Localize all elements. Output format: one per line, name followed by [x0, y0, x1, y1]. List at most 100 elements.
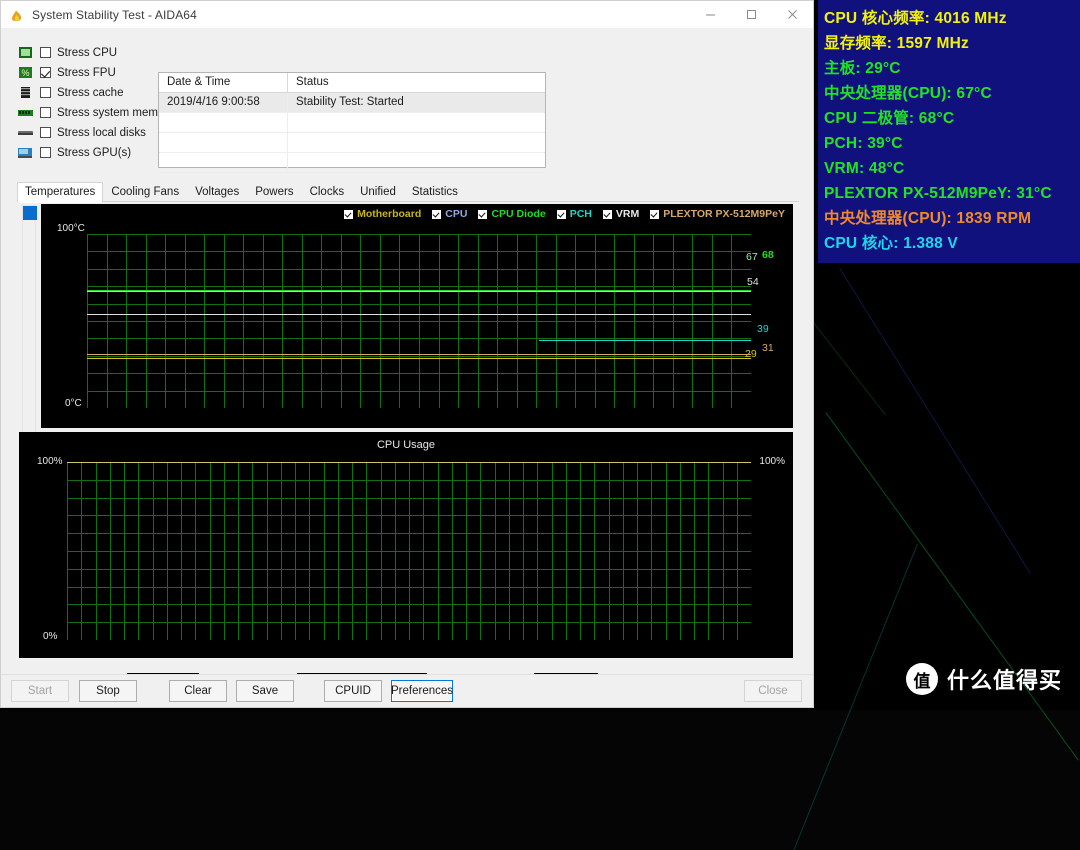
- osd-line-pch-temp: PCH: 39°C: [824, 135, 903, 152]
- save-button[interactable]: Save: [236, 680, 294, 702]
- log-column-header-status[interactable]: Status: [288, 73, 545, 92]
- grid-line-horizontal: [67, 569, 751, 570]
- stress-cache-checkbox[interactable]: [40, 87, 51, 98]
- window-controls: [690, 1, 813, 28]
- log-cell-datetime: [159, 133, 288, 152]
- close-button[interactable]: [772, 1, 813, 28]
- stress-fpu-checkbox[interactable]: [40, 67, 51, 78]
- cpu-axis-bottom-label: 0%: [43, 631, 58, 642]
- legend-label: PLEXTOR PX-512M9PeY: [663, 208, 785, 220]
- stress-gpu-checkbox[interactable]: [40, 147, 51, 158]
- wallpaper-line: [825, 412, 1079, 761]
- start-button[interactable]: Start: [11, 680, 69, 702]
- stress-disks-checkbox[interactable]: [40, 127, 51, 138]
- stop-button[interactable]: Stop: [79, 680, 137, 702]
- temperatures-graph: Motherboard CPU CPU Diode PCH VRM PLEXTO…: [41, 204, 793, 428]
- log-table-header: Date & Time Status: [159, 73, 545, 93]
- cache-icon: [21, 87, 30, 98]
- button-bar: Start Stop Clear Save CPUID Preferences …: [1, 674, 813, 707]
- maximize-button[interactable]: [731, 1, 772, 28]
- table-row[interactable]: [159, 133, 545, 153]
- series-line-cpu: [87, 291, 751, 292]
- osd-line-vrm-temp: VRM: 48°C: [824, 160, 905, 177]
- tab-clocks[interactable]: Clocks: [302, 182, 353, 203]
- table-row[interactable]: [159, 113, 545, 133]
- memory-module-icon: [18, 110, 33, 116]
- temp-value-motherboard: 29: [745, 348, 757, 360]
- stress-option-label: Stress FPU: [57, 66, 116, 79]
- grid-line-horizontal: [67, 515, 751, 516]
- cpu-usage-graph-title: CPU Usage: [376, 439, 436, 451]
- legend-checkbox[interactable]: [650, 209, 660, 219]
- legend-checkbox[interactable]: [432, 209, 442, 219]
- graph-scrollbar-thumb[interactable]: [23, 206, 37, 220]
- grid-line-horizontal: [87, 304, 751, 305]
- grid-line-horizontal: [87, 356, 751, 357]
- stress-option-gpu[interactable]: Stress GPU(s): [18, 144, 178, 161]
- osd-line-cpu-vcore: CPU 核心: 1.388 V: [824, 235, 958, 252]
- stress-option-disks[interactable]: Stress local disks: [18, 124, 178, 141]
- tab-statistics[interactable]: Statistics: [404, 182, 466, 203]
- osd-line-cpu-diode-temp: CPU 二极管: 68°C: [824, 110, 955, 127]
- close-dialog-button[interactable]: Close: [744, 680, 802, 702]
- stress-option-fpu[interactable]: % Stress FPU: [18, 64, 178, 81]
- series-line-cpu-usage: [67, 462, 751, 463]
- tab-cooling-fans[interactable]: Cooling Fans: [103, 182, 187, 203]
- log-table[interactable]: Date & Time Status 2019/4/16 9:00:58 Sta…: [158, 72, 546, 173]
- watermark-text: 什么值得买: [947, 668, 1063, 693]
- log-cell-datetime: [159, 113, 288, 132]
- graph-scrollbar[interactable]: [22, 205, 37, 435]
- legend-checkbox[interactable]: [478, 209, 488, 219]
- tab-temperatures[interactable]: Temperatures: [17, 182, 104, 203]
- legend-item-cpu[interactable]: CPU: [432, 208, 467, 220]
- clear-button[interactable]: Clear: [169, 680, 227, 702]
- stress-option-label: Stress local disks: [57, 126, 146, 139]
- legend-label: CPU Diode: [491, 208, 546, 220]
- stress-option-cache[interactable]: Stress cache: [18, 84, 178, 101]
- temp-value-plextor: 31: [762, 342, 774, 354]
- cpu-usage-graph: CPU Usage 100% 100% 0%: [19, 432, 793, 658]
- tab-unified[interactable]: Unified: [352, 182, 404, 203]
- tab-voltages[interactable]: Voltages: [187, 182, 247, 203]
- flame-icon: [9, 7, 25, 23]
- watermark-badge-icon: 值: [906, 663, 938, 695]
- log-cell-status: [288, 113, 545, 132]
- osd-line-ssd-temp: PLEXTOR PX-512M9PeY: 31°C: [824, 185, 1052, 202]
- log-cell-datetime: 2019/4/16 9:00:58: [159, 93, 288, 112]
- stress-option-label: Stress CPU: [57, 46, 118, 59]
- window-titlebar[interactable]: System Stability Test - AIDA64: [1, 1, 813, 28]
- grid-line-horizontal: [67, 480, 751, 481]
- minimize-button[interactable]: [690, 1, 731, 28]
- stress-cpu-checkbox[interactable]: [40, 47, 51, 58]
- osd-line-cpu-clock: CPU 核心频率: 4016 MHz: [824, 10, 1007, 27]
- log-cell-datetime: [159, 153, 288, 172]
- watermark: 值 什么值得买: [906, 663, 1062, 695]
- fpu-percent-icon: %: [19, 67, 32, 78]
- legend-item-pch[interactable]: PCH: [556, 208, 592, 220]
- grid-line-horizontal: [87, 286, 751, 287]
- legend-item-motherboard[interactable]: Motherboard: [344, 208, 421, 220]
- legend-item-plextor[interactable]: PLEXTOR PX-512M9PeY: [650, 208, 785, 220]
- temperatures-plot-area: [87, 234, 751, 408]
- grid-line-horizontal: [67, 622, 751, 623]
- stress-option-cpu[interactable]: Stress CPU: [18, 44, 178, 61]
- grid-line-horizontal: [87, 391, 751, 392]
- stress-memory-checkbox[interactable]: [40, 107, 51, 118]
- stress-option-memory[interactable]: Stress system memory: [18, 104, 178, 121]
- legend-item-vrm[interactable]: VRM: [602, 208, 639, 220]
- log-column-header-datetime[interactable]: Date & Time: [159, 73, 288, 92]
- legend-item-cpu-diode[interactable]: CPU Diode: [478, 208, 546, 220]
- temp-value-vrm: 54: [747, 276, 759, 288]
- legend-checkbox[interactable]: [602, 209, 612, 219]
- cpuid-button[interactable]: CPUID: [324, 680, 382, 702]
- tab-powers[interactable]: Powers: [247, 182, 301, 203]
- legend-checkbox[interactable]: [344, 209, 354, 219]
- temp-axis-top-label: 100°C: [57, 223, 85, 234]
- temperatures-graph-legend: Motherboard CPU CPU Diode PCH VRM PLEXTO…: [41, 208, 793, 220]
- legend-checkbox[interactable]: [556, 209, 566, 219]
- table-row[interactable]: 2019/4/16 9:00:58 Stability Test: Starte…: [159, 93, 545, 113]
- table-row[interactable]: [159, 153, 545, 173]
- osd-line-vram-clock: 显存频率: 1597 MHz: [824, 35, 969, 52]
- preferences-button[interactable]: Preferences: [391, 680, 453, 702]
- series-line-motherboard: [87, 358, 751, 359]
